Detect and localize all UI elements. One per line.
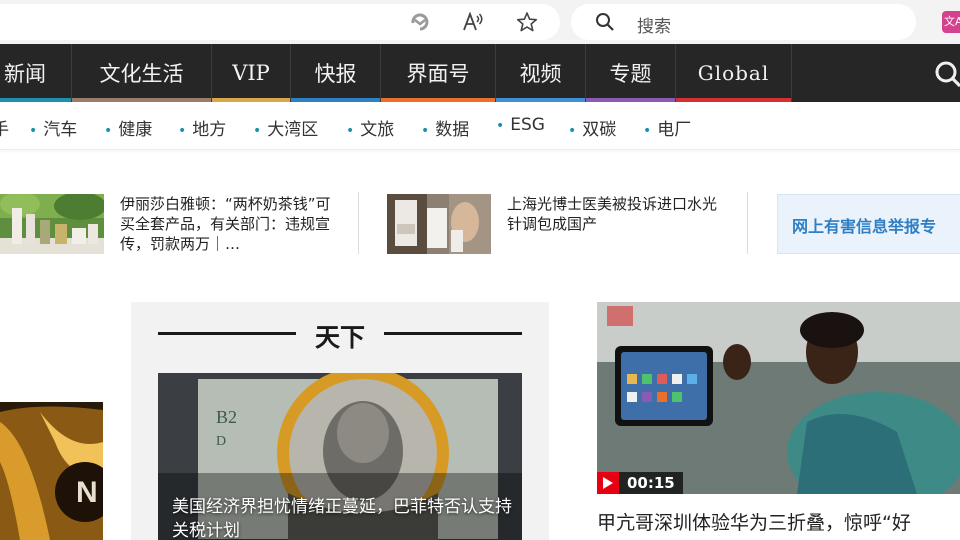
nav-item-label: 界面号 bbox=[406, 62, 470, 86]
subnav-item-esg[interactable]: • ESG bbox=[496, 115, 545, 135]
nav-item-label: 视频 bbox=[519, 62, 562, 86]
nav-item-express[interactable]: 快报 bbox=[291, 44, 381, 102]
nav-item-label: 新闻 bbox=[4, 62, 46, 86]
section-title: 天下 bbox=[314, 323, 365, 352]
nav-item-topics[interactable]: 专题 bbox=[586, 44, 676, 102]
subnav-item-partial[interactable]: 手 bbox=[0, 115, 9, 140]
search-icon[interactable] bbox=[934, 60, 960, 92]
main-nav: 新闻 文化生活 VIP 快报 界面号 视频 专题 Global bbox=[0, 44, 960, 102]
bullet-dot-icon: • bbox=[29, 123, 38, 139]
bullet-dot-icon: • bbox=[643, 123, 652, 139]
bullet-dot-icon: • bbox=[253, 123, 262, 139]
refresh-sync-icon[interactable] bbox=[408, 10, 432, 34]
article-caption[interactable]: 美国经济界担忧情绪正蔓延，巴菲特否认支持关税计划 bbox=[172, 495, 517, 540]
translate-extension-icon[interactable]: 文A bbox=[942, 11, 960, 33]
nav-item-label: 专题 bbox=[609, 62, 652, 86]
headline-thumbnail[interactable] bbox=[387, 194, 491, 254]
svg-text:B2: B2 bbox=[216, 407, 237, 427]
video-card[interactable]: 00:15 bbox=[597, 302, 960, 494]
nav-item-global[interactable]: Global bbox=[676, 44, 792, 102]
nav-item-news[interactable]: 新闻 bbox=[0, 44, 72, 102]
svg-text:D: D bbox=[216, 434, 226, 449]
subnav-item-local[interactable]: • 地方 bbox=[178, 115, 226, 140]
tianxia-section: 天下 B2 D 美国经济界担忧情绪正蔓延，巴菲特否认支持关税计划 bbox=[131, 302, 549, 540]
browser-toolbar: 搜索 文A bbox=[0, 0, 960, 44]
divider bbox=[358, 192, 359, 254]
read-aloud-icon[interactable] bbox=[462, 10, 486, 34]
nav-item-label: 快报 bbox=[314, 62, 357, 86]
headline-title[interactable]: 伊丽莎白雅顿：“两杯奶茶钱”可买全套产品，有关部门：违规宣传，罚款两万｜… bbox=[120, 194, 335, 254]
browser-search-box[interactable]: 搜索 bbox=[571, 4, 916, 40]
video-thumbnail bbox=[597, 302, 960, 494]
bullet-dot-icon: • bbox=[104, 123, 113, 139]
subnav-item-greater-bay[interactable]: • 大湾区 bbox=[253, 115, 318, 140]
bullet-dot-icon: • bbox=[421, 123, 430, 139]
nav-item-label: Global bbox=[697, 61, 770, 85]
favorite-star-icon[interactable] bbox=[515, 10, 539, 34]
nav-item-video[interactable]: 视频 bbox=[496, 44, 586, 102]
subnav-item-health[interactable]: • 健康 bbox=[104, 115, 152, 140]
subnav-item-culture-travel[interactable]: • 文旅 bbox=[346, 115, 394, 140]
search-icon bbox=[595, 12, 615, 36]
nav-item-culture[interactable]: 文化生活 bbox=[72, 44, 212, 102]
nav-item-label: 文化生活 bbox=[99, 62, 184, 86]
title-rule-right bbox=[384, 332, 522, 335]
video-duration-badge: 00:15 bbox=[597, 472, 683, 494]
nav-item-label: VIP bbox=[232, 61, 270, 85]
play-icon bbox=[597, 472, 619, 494]
subnav-item-dual-carbon[interactable]: • 双碳 bbox=[568, 115, 616, 140]
sub-nav: 手 • 汽车 • 健康 • 地方 • 大湾区 • 文旅 • 数据 • ESG • 双碳 • 电厂 bbox=[0, 102, 960, 150]
headline-title[interactable]: 上海光博士医美被投诉进口水光针调包成国产 bbox=[507, 194, 727, 234]
report-banner-label: 网上有害信息举报专 bbox=[792, 217, 937, 236]
article-image[interactable]: N bbox=[0, 402, 103, 540]
subnav-item-power-plant[interactable]: • 电厂 bbox=[643, 115, 691, 140]
tianxia-article-card[interactable]: B2 D 美国经济界担忧情绪正蔓延，巴菲特否认支持关税计划 bbox=[158, 373, 522, 540]
headline-thumbnail[interactable] bbox=[0, 194, 104, 254]
bullet-dot-icon: • bbox=[346, 123, 355, 139]
svg-text:N: N bbox=[76, 476, 98, 509]
bullet-dot-icon: • bbox=[568, 123, 577, 139]
subnav-item-data[interactable]: • 数据 bbox=[421, 115, 469, 140]
bullet-dot-icon: • bbox=[496, 118, 505, 134]
nav-item-vip[interactable]: VIP bbox=[212, 44, 291, 102]
report-harmful-info-banner[interactable]: 网上有害信息举报专 bbox=[777, 194, 960, 254]
divider bbox=[747, 192, 748, 254]
nav-item-jiemian-hao[interactable]: 界面号 bbox=[381, 44, 496, 102]
bullet-dot-icon: • bbox=[178, 123, 187, 139]
search-placeholder: 搜索 bbox=[637, 17, 671, 37]
video-title[interactable]: 甲亢哥深圳体验华为三折叠，惊呼“好 bbox=[597, 510, 960, 536]
subnav-item-auto[interactable]: • 汽车 bbox=[29, 115, 77, 140]
video-duration: 00:15 bbox=[627, 474, 675, 492]
